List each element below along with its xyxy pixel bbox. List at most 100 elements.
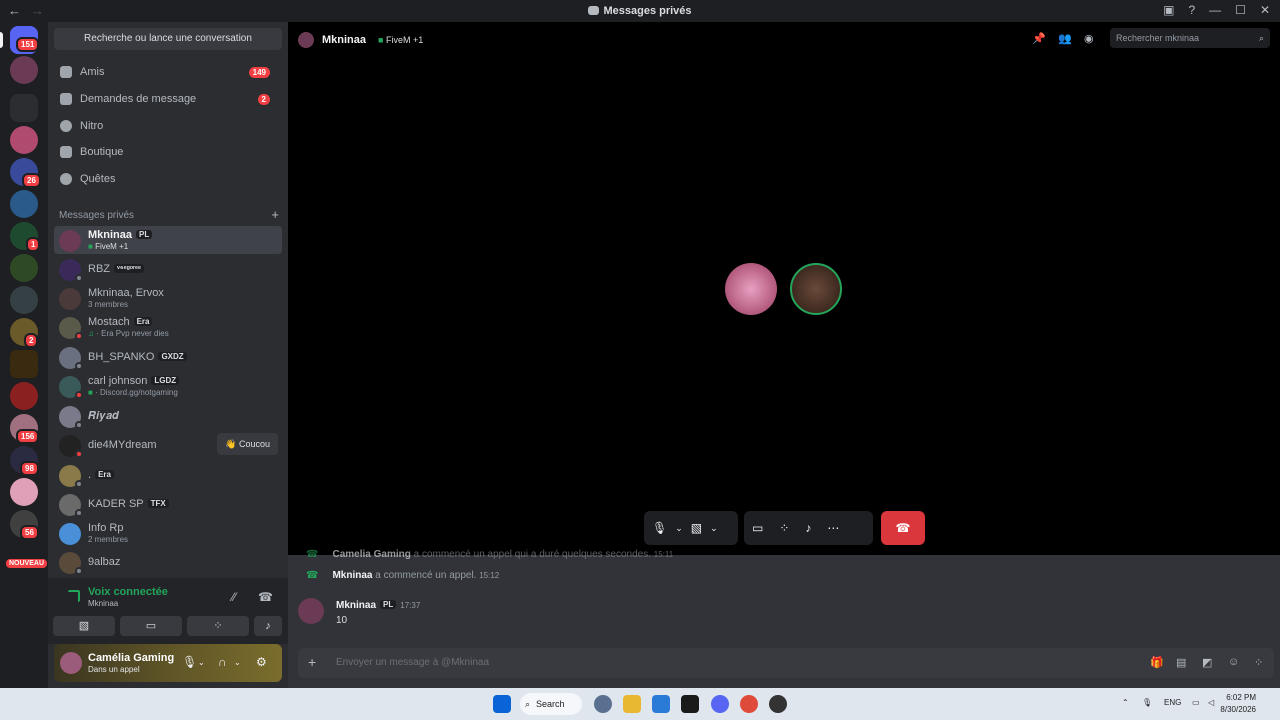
nav-friends[interactable]: Amis 149: [54, 60, 282, 84]
dm-item-info-rp[interactable]: Info Rp 2 membres: [54, 519, 282, 547]
more-options-icon[interactable]: ⋯: [827, 521, 839, 535]
os-taskbar: ⌕ Search ⌃ 🎙 ENG ▭ ◁ 6:02 PM 8/30/2026: [0, 688, 1280, 720]
hang-up-button[interactable]: ☎: [881, 511, 925, 545]
phone-icon: ☎: [306, 549, 319, 560]
wave-button[interactable]: 👋 Coucou: [217, 433, 278, 455]
pin-icon[interactable]: 📌: [1032, 32, 1046, 45]
chevron-down-icon[interactable]: ⌄: [234, 658, 241, 667]
user-profile-icon[interactable]: ◉: [1084, 32, 1094, 45]
nav-shop[interactable]: Boutique: [54, 140, 282, 164]
server-icon[interactable]: [10, 190, 38, 218]
server-icon[interactable]: [10, 382, 38, 410]
gif-icon[interactable]: ▤: [1176, 656, 1186, 669]
quests-icon: [60, 173, 72, 185]
headphones-icon[interactable]: ∩: [218, 655, 227, 669]
start-button-icon[interactable]: [493, 695, 511, 713]
microphone-icon[interactable]: 🎙: [182, 655, 197, 669]
nav-nitro[interactable]: Nitro: [54, 114, 282, 138]
dm-item-die4mydream[interactable]: die4MYdream 👋 Coucou: [54, 431, 282, 459]
status-indicator: [75, 332, 83, 340]
dm-item-mostach[interactable]: Mostach Era ♫ · Era Pvp never dies: [54, 313, 282, 341]
participant-avatar-camelia[interactable]: [725, 263, 777, 315]
find-conversation-button[interactable]: Recherche ou lance une conversation: [54, 28, 282, 50]
message-input[interactable]: Envoyer un message à @Mkninaa: [336, 657, 489, 668]
noise-suppression-icon[interactable]: ⁄⁄: [232, 590, 236, 604]
search-input[interactable]: Rechercher mkninaa ⌕: [1110, 28, 1270, 48]
inbox-icon[interactable]: ▣: [1163, 3, 1174, 17]
volume-icon[interactable]: ◁: [1208, 698, 1214, 707]
folder-icon[interactable]: [10, 94, 38, 122]
server-icon[interactable]: [10, 478, 38, 506]
close-button[interactable]: ✕: [1260, 3, 1270, 17]
settings-icon[interactable]: [594, 695, 612, 713]
dm-item-riyad[interactable]: 𝑹𝒊𝒚𝒂𝒅: [54, 402, 282, 430]
status-indicator: [75, 509, 83, 517]
avatar[interactable]: [60, 652, 82, 674]
clock[interactable]: 6:02 PM 8/30/2026: [1220, 692, 1256, 716]
nav-message-requests[interactable]: Demandes de message 2: [54, 87, 282, 111]
app-icon[interactable]: [769, 695, 787, 713]
screen-share-button[interactable]: ▭: [120, 616, 182, 636]
soundboard-button[interactable]: ♪: [254, 616, 282, 636]
soundboard-icon[interactable]: ♪: [805, 521, 811, 535]
discord-icon: [588, 6, 600, 15]
add-friend-icon[interactable]: 👥: [1058, 32, 1072, 45]
dm-item-mkninaa[interactable]: Mkninaa PL ■ FiveM +1: [54, 226, 282, 254]
nav-quests[interactable]: Quêtes: [54, 167, 282, 191]
activities-button[interactable]: ⁘: [187, 616, 249, 636]
create-dm-button[interactable]: +: [271, 207, 279, 222]
tray-chevron-icon[interactable]: ⌃: [1122, 698, 1129, 707]
file-explorer-icon[interactable]: [623, 695, 641, 713]
avatar[interactable]: [298, 598, 324, 624]
sticker-icon[interactable]: ◩: [1202, 656, 1212, 669]
search-icon: ⌕: [525, 699, 531, 709]
attach-plus-icon[interactable]: +: [308, 654, 316, 670]
dm-item-era[interactable]: . Era: [54, 461, 282, 489]
dm-item-kader-sp[interactable]: KADER SP TFX: [54, 490, 282, 518]
dm-item-9albaz[interactable]: 9albaz: [54, 548, 282, 576]
language-indicator[interactable]: ENG: [1164, 698, 1181, 707]
server-icon[interactable]: [10, 350, 38, 378]
video-off-button[interactable]: ▧: [53, 616, 115, 636]
status-indicator: [75, 567, 83, 575]
dm-avatar-mkninaa[interactable]: [10, 56, 38, 84]
camera-off-icon[interactable]: ▧: [691, 521, 702, 535]
app-icon[interactable]: [681, 695, 699, 713]
participant-avatar-mkninaa[interactable]: [790, 263, 842, 315]
defender-icon[interactable]: [652, 695, 670, 713]
activities-icon[interactable]: ⁘: [779, 521, 789, 535]
taskbar-search[interactable]: ⌕ Search: [520, 693, 582, 715]
help-icon[interactable]: ?: [1188, 3, 1195, 17]
system-message: ☎ Mkninaa a commencé un appel. 15:12: [306, 570, 500, 581]
chevron-down-icon[interactable]: ⌄: [198, 658, 205, 667]
network-icon[interactable]: ▭: [1192, 698, 1200, 707]
emoji-icon[interactable]: ☺: [1228, 656, 1239, 668]
gift-icon[interactable]: 🎁: [1150, 656, 1164, 669]
server-icon[interactable]: [10, 254, 38, 282]
discord-taskbar-icon[interactable]: [711, 695, 729, 713]
message-composer[interactable]: + Envoyer un message à @Mkninaa 🎁 ▤ ◩ ☺ …: [298, 648, 1274, 678]
voice-status[interactable]: Voix connectée: [88, 586, 168, 598]
chevron-down-icon[interactable]: ⌄: [710, 523, 718, 534]
settings-gear-icon[interactable]: ⚙: [256, 655, 267, 669]
mic-tray-icon[interactable]: 🎙: [1142, 698, 1152, 707]
nitro-icon: [60, 120, 72, 132]
selected-pill: [0, 32, 3, 48]
screen-share-icon[interactable]: ▭: [752, 521, 763, 535]
server-icon-camelia[interactable]: [10, 126, 38, 154]
maximize-button[interactable]: ☐: [1235, 3, 1246, 17]
call-username[interactable]: Mkninaa: [322, 34, 366, 46]
dm-item-carl-johnson[interactable]: carl johnson LGDZ ■ · Discord.gg/notgamin…: [54, 372, 282, 400]
dm-item-group[interactable]: Mkninaa, Ervox 3 membres: [54, 284, 282, 312]
apps-icon[interactable]: ⁘: [1254, 656, 1263, 669]
chevron-down-icon[interactable]: ⌄: [675, 523, 683, 534]
dm-item-bh-spanko[interactable]: BH_SPANKO GXDZ: [54, 343, 282, 371]
microphone-icon[interactable]: 🎙: [652, 521, 667, 535]
dm-item-rbz[interactable]: RBZ ᵛ⁶ᵉᵍᵒʳᵉᵉ: [54, 255, 282, 283]
shop-icon: [60, 146, 72, 158]
avatar: [298, 32, 314, 48]
server-icon[interactable]: [10, 286, 38, 314]
chrome-icon[interactable]: [740, 695, 758, 713]
minimize-button[interactable]: —: [1209, 3, 1221, 17]
disconnect-icon[interactable]: ☎: [258, 590, 273, 604]
